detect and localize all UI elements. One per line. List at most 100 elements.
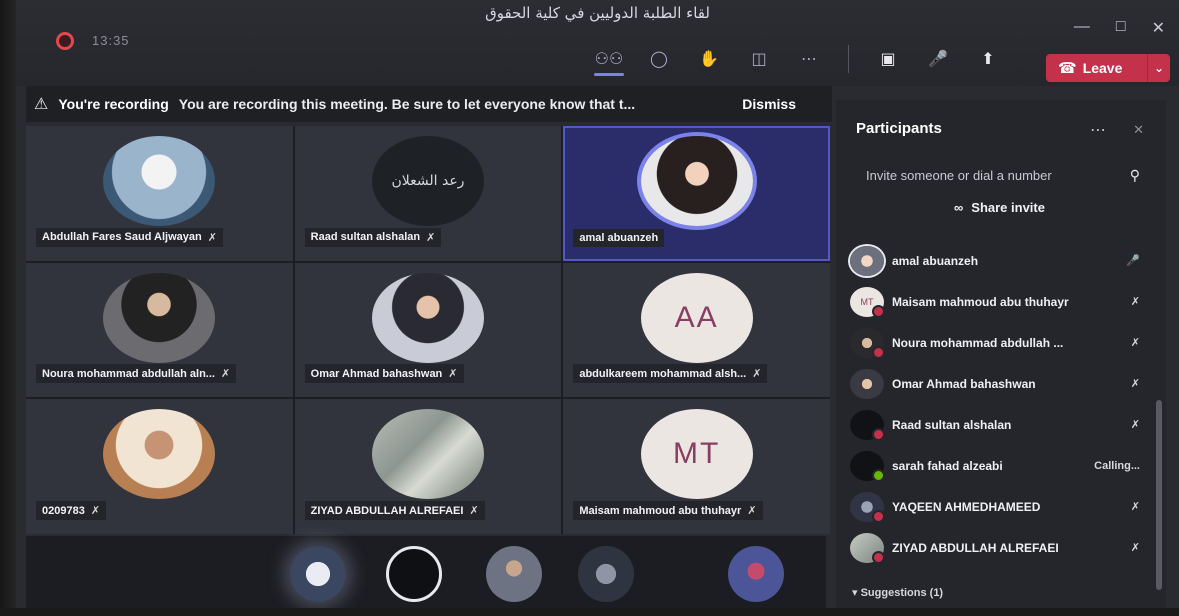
strip-avatar[interactable] (578, 546, 634, 602)
close-icon[interactable]: ✕ (1152, 18, 1165, 38)
participant-name-tag: abdulkareem mohammad alsh... ✗ (573, 364, 768, 384)
recording-banner: ⚠ You're recording You are recording thi… (26, 86, 832, 122)
rooms-icon: ◫ (751, 51, 767, 68)
participant-name: YAQEEN AHMEDHAMEED (892, 499, 1041, 514)
participant-name: Maisam mahmoud abu thuhayr (579, 504, 742, 517)
calling-badge-icon (872, 468, 885, 482)
participant-name-tag: Abdullah Fares Saud Aljwayan ✗ (36, 227, 223, 247)
muted-badge-icon (872, 550, 885, 564)
mic-off-icon: ✗ (1130, 296, 1140, 308)
video-grid: Abdullah Fares Saud Aljwayan ✗ رعد الشعل… (26, 126, 830, 534)
list-item[interactable]: ZIYAD ABDULLAH ALREFAEI ✗ (850, 527, 1146, 568)
avatar (103, 272, 216, 363)
leave-button[interactable]: ☎ Leave ⌄ (1046, 54, 1170, 82)
participant-name: Maisam mahmoud abu thuhayr (892, 294, 1069, 309)
participant-name: Raad sultan alshalan (310, 231, 421, 244)
avatar (640, 136, 753, 226)
chevron-down-icon[interactable]: ⌄ (1148, 61, 1170, 75)
video-tile[interactable]: ZIYAD ABDULLAH ALREFAEI ✗ (294, 399, 562, 534)
participant-name: Noura mohammad abdullah aln... (42, 367, 215, 380)
avatar (371, 272, 484, 363)
avatar (850, 368, 884, 399)
strip-avatar[interactable] (386, 546, 442, 602)
maximize-icon[interactable]: □ (1116, 18, 1126, 38)
close-icon[interactable]: ✕ (1133, 122, 1144, 138)
avatar-initials: MT (860, 296, 874, 307)
video-tile[interactable]: Noura mohammad abdullah aln... ✗ (26, 262, 293, 398)
mic-off-icon: ✗ (1130, 378, 1140, 390)
rooms-button[interactable]: ◫ (734, 42, 784, 76)
participant-name-tag: ZIYAD ABDULLAH ALREFAEI ✗ (304, 501, 485, 520)
list-item[interactable]: MT Maisam mahmoud abu thuhayr ✗ (850, 281, 1146, 322)
panel-title: Participants (856, 120, 942, 137)
participant-name: Noura mohammad abdullah ... (892, 335, 1064, 350)
avatar (850, 491, 885, 523)
screen-bezel (0, 0, 16, 616)
invite-search-input[interactable]: Invite someone or dial a number ⚲ (866, 162, 1156, 188)
microphone-icon: 🎤 (1126, 255, 1140, 267)
strip-avatar[interactable] (290, 546, 346, 602)
list-item[interactable]: Omar Ahmad bahashwan ✗ (850, 363, 1146, 404)
suggestions-toggle[interactable]: ▾ Suggestions (1) (852, 586, 943, 599)
video-tile[interactable]: 0209783 ✗ (26, 399, 293, 534)
video-tile-active-speaker[interactable]: amal abuanzeh (563, 126, 830, 261)
reactions-button[interactable]: ✋ (684, 42, 734, 76)
participant-name: amal abuanzeh (579, 231, 659, 244)
participant-name-tag: Raad sultan alshalan ✗ (304, 227, 442, 247)
participant-name: abdulkareem mohammad alsh... (579, 367, 747, 380)
avatar: رعد الشعلان (371, 136, 484, 226)
minimize-icon[interactable]: — (1074, 18, 1090, 38)
list-item[interactable]: Raad sultan alshalan ✗ (850, 404, 1146, 445)
avatar (850, 450, 885, 482)
video-tile[interactable]: MT Maisam mahmoud abu thuhayr ✗ (563, 399, 830, 534)
chat-button[interactable]: ◯ (634, 42, 684, 76)
meeting-title: لقاء الطلبة الدوليين في كلية الحقوق (485, 4, 710, 22)
avatar: MT (640, 409, 753, 500)
camera-button[interactable]: ▣ (863, 42, 913, 76)
warning-icon: ⚠ (34, 96, 49, 113)
mic-off-icon: ✗ (220, 368, 231, 381)
list-item[interactable]: Noura mohammad abdullah ... ✗ (850, 322, 1146, 363)
phone-icon: ☎ (1058, 60, 1077, 77)
list-item[interactable]: amal abuanzeh 🎤 (850, 240, 1146, 281)
more-options-icon[interactable]: ⋯ (1090, 120, 1106, 140)
list-item[interactable]: YAQEEN AHMEDHAMEED ✗ (850, 486, 1146, 527)
scrollbar[interactable] (1156, 400, 1162, 590)
avatar (850, 327, 885, 359)
mic-off-icon: ✗ (1130, 419, 1140, 431)
muted-badge-icon (872, 304, 885, 318)
leave-label: Leave (1082, 60, 1123, 76)
strip-avatar[interactable] (728, 546, 784, 602)
mic-off-icon: ✗ (469, 505, 479, 517)
list-item[interactable]: sarah fahad alzeabi Calling... (850, 445, 1146, 486)
mic-button[interactable]: 🎤 (913, 42, 963, 76)
share-invite-label: Share invite (971, 200, 1045, 215)
video-tile[interactable]: رعد الشعلان Raad sultan alshalan ✗ (294, 126, 562, 261)
participant-name: Omar Ahmad bahashwan (892, 376, 1036, 391)
search-icon[interactable]: ⚲ (1130, 167, 1140, 184)
dismiss-button[interactable]: Dismiss (742, 96, 796, 112)
video-tile[interactable]: Omar Ahmad bahashwan ✗ (294, 262, 562, 398)
participant-strip (26, 536, 826, 608)
share-tray-icon: ⬆ (981, 51, 995, 68)
avatar-initials: AA (674, 300, 719, 334)
participants-button[interactable]: ⚇⚇ (584, 42, 634, 76)
more-actions-button[interactable]: ⋯ (784, 42, 834, 76)
toolbar-divider (848, 45, 849, 73)
camera-off-icon: ▣ (880, 51, 896, 68)
share-invite-button[interactable]: ∞ Share invite (954, 200, 1045, 215)
strip-avatar[interactable] (486, 546, 542, 602)
suggestions-label: Suggestions (1) (860, 587, 944, 599)
mic-off-icon: ✗ (90, 505, 101, 517)
microphone-icon: 🎤 (928, 51, 948, 68)
avatar-initials: MT (672, 437, 721, 471)
video-tile[interactable]: AA abdulkareem mohammad alsh... ✗ (563, 262, 830, 398)
avatar (103, 136, 216, 226)
banner-title: You're recording (58, 96, 169, 112)
participant-name: 0209783 (42, 504, 85, 517)
video-tile[interactable]: Abdullah Fares Saud Aljwayan ✗ (26, 126, 293, 261)
muted-badge-icon (872, 345, 885, 359)
avatar (103, 409, 216, 500)
participant-name: Abdullah Fares Saud Aljwayan (42, 231, 202, 244)
share-screen-button[interactable]: ⬆ (963, 42, 1013, 76)
